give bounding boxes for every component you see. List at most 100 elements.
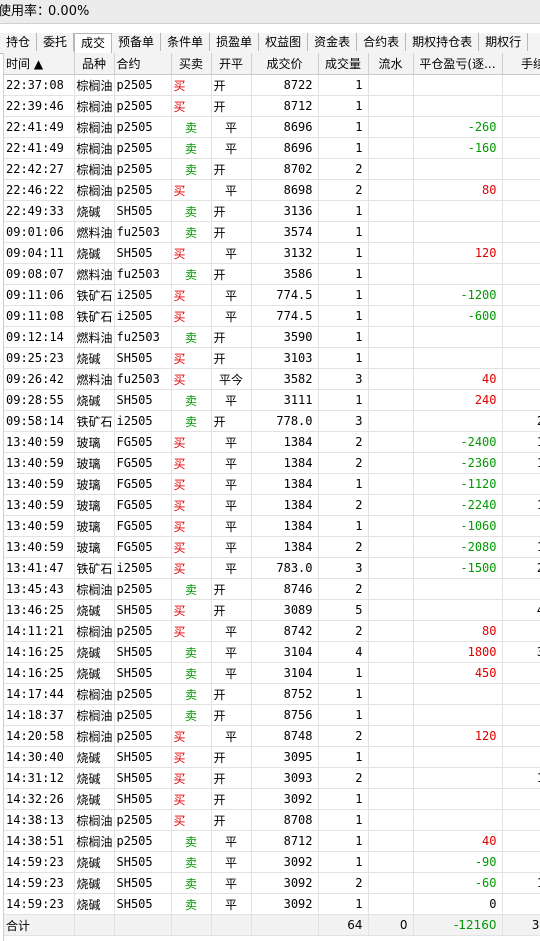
cell-open-close: 平: [211, 515, 252, 537]
table-row[interactable]: 14:59:23烧碱SH505卖平30921 09.: [4, 893, 540, 915]
table-row[interactable]: 13:40:59玻璃FG505买平13842 -240012.: [4, 431, 540, 453]
cell-qty: 1: [318, 221, 369, 243]
table-row[interactable]: 09:11:06铁矿石i2505买平774.51 -12007.: [4, 284, 540, 306]
table-row[interactable]: 09:04:11烧碱SH505买平31321 1209.: [4, 242, 540, 264]
col-header-open-close[interactable]: 开平: [211, 53, 252, 75]
table-row[interactable]: 14:31:12烧碱SH505买开30932 18.: [4, 767, 540, 789]
table-row[interactable]: 09:08:07燃料油fu2503卖开35861 1.: [4, 263, 540, 285]
col-header-flow[interactable]: 流水: [368, 53, 414, 75]
table-row[interactable]: 14:11:21棕榈油p2505买平87422 805.: [4, 620, 540, 642]
tab-10[interactable]: 期权行: [479, 33, 529, 51]
cell-open-close: 开: [211, 410, 252, 432]
cell-pnl: -90: [413, 851, 503, 873]
tab-9[interactable]: 期权持仓表: [406, 33, 480, 51]
cell-side: 卖: [171, 683, 212, 705]
tab-3[interactable]: 预备单: [112, 33, 162, 51]
cell-price: 3586: [251, 263, 319, 285]
cell-qty: 1: [318, 116, 369, 138]
table-row[interactable]: 14:18:37棕榈油p2505卖开87561 2.: [4, 704, 540, 726]
table-row[interactable]: 13:40:59玻璃FG505买平13842 -224012.: [4, 494, 540, 516]
table-row[interactable]: 14:17:44棕榈油p2505卖开87521 2.: [4, 683, 540, 705]
cell-flow: [368, 74, 414, 96]
cell-price: 3111: [251, 389, 319, 411]
table-row[interactable]: 22:41:49棕榈油p2505卖平86961 -2602.: [4, 116, 540, 138]
col-header-time[interactable]: 时间 ▲: [4, 53, 75, 75]
col-header-fee[interactable]: 手续: [502, 53, 540, 75]
cell-flow: [368, 473, 414, 495]
table-row[interactable]: 22:46:22棕榈油p2505买平86982 805.: [4, 179, 540, 201]
table-row[interactable]: 22:41:49棕榈油p2505卖平86961 -1602.: [4, 137, 540, 159]
table-row[interactable]: 14:59:23烧碱SH505卖平30922 -6018.: [4, 872, 540, 894]
table-row[interactable]: 13:41:47铁矿石i2505买平783.03 -150023.: [4, 557, 540, 579]
cell-open-close: 平: [211, 872, 252, 894]
cell-qty: 2: [318, 767, 369, 789]
table-row[interactable]: 09:25:23烧碱SH505买开31031 9.: [4, 347, 540, 369]
tab-5[interactable]: 损盈单: [210, 33, 260, 51]
tab-7[interactable]: 资金表: [308, 33, 358, 51]
col-header-price[interactable]: 成交价: [251, 53, 319, 75]
table-row[interactable]: 09:28:55烧碱SH505卖平31111 2409.: [4, 389, 540, 411]
table-row[interactable]: 13:40:59玻璃FG505买平13842 -236012.: [4, 452, 540, 474]
cell-variety: 烧碱: [74, 641, 115, 663]
cell-contract: i2505: [114, 284, 172, 306]
tab-8[interactable]: 合约表: [357, 33, 407, 51]
cell-contract: p2505: [114, 620, 172, 642]
cell-price: 3092: [251, 788, 319, 810]
table-row[interactable]: 14:38:51棕榈油p2505卖平87121 402.: [4, 830, 540, 852]
cell-qty: 3: [318, 410, 369, 432]
cell-side: 卖: [171, 326, 212, 348]
cell-side: 卖: [171, 200, 212, 222]
col-header-pnl[interactable]: 平仓盈亏(逐...: [413, 53, 503, 75]
cell-price: 3092: [251, 893, 319, 915]
cell-flow: [368, 200, 414, 222]
cell-variety: 棕榈油: [74, 74, 115, 96]
table-row[interactable]: 22:39:46棕榈油p2505买开87121 2.: [4, 95, 540, 117]
table-row[interactable]: 22:42:27棕榈油p2505卖开87022 5.: [4, 158, 540, 180]
tab-6[interactable]: 权益图: [259, 33, 309, 51]
cell-open-close: 开: [211, 221, 252, 243]
col-header-qty[interactable]: 成交量: [318, 53, 369, 75]
cell-variety: 烧碱: [74, 788, 115, 810]
tab-0[interactable]: 持仓: [0, 33, 38, 51]
table-row[interactable]: 14:32:26烧碱SH505买开30921 9.: [4, 788, 540, 810]
cell-flow: [368, 641, 414, 663]
cell-price: 3093: [251, 767, 319, 789]
table-row[interactable]: 13:45:43棕榈油p2505卖开87462 5.: [4, 578, 540, 600]
table-row[interactable]: 09:11:08铁矿石i2505买平774.51 -6007.: [4, 305, 540, 327]
cell-open-close: 平: [211, 179, 252, 201]
table-row[interactable]: 13:46:25烧碱SH505买开30895 46.: [4, 599, 540, 621]
table-row[interactable]: 14:20:58棕榈油p2505买平87482 1205.: [4, 725, 540, 747]
cell-flow: [368, 347, 414, 369]
cell-time: 14:32:26: [4, 788, 75, 810]
cell-pnl: [413, 326, 503, 348]
cell-side: 卖: [171, 830, 212, 852]
table-row[interactable]: 13:40:59玻璃FG505买平13841 -11206.: [4, 473, 540, 495]
cell-variety: 棕榈油: [74, 704, 115, 726]
tab-1[interactable]: 委托: [37, 33, 75, 51]
cell-pnl: [413, 683, 503, 705]
table-row[interactable]: 14:16:25烧碱SH505卖平31041 4509.: [4, 662, 540, 684]
table-row[interactable]: 09:12:14燃料油fu2503卖开35901 1.: [4, 326, 540, 348]
table-row[interactable]: 09:01:06燃料油fu2503卖开35741 1.: [4, 221, 540, 243]
col-header-variety[interactable]: 品种: [74, 53, 115, 75]
tab-2[interactable]: 成交: [74, 33, 113, 53]
cell-pnl: [413, 767, 503, 789]
col-header-contract[interactable]: 合约: [114, 53, 172, 75]
cell-time: 09:08:07: [4, 263, 75, 285]
table-row[interactable]: 09:58:14铁矿石i2505卖开778.03 23.: [4, 410, 540, 432]
table-row[interactable]: 22:49:33烧碱SH505卖开31361 9.: [4, 200, 540, 222]
cell-price: 1384: [251, 494, 319, 516]
table-row[interactable]: 14:38:13棕榈油p2505买开87081 2.: [4, 809, 540, 831]
table-row[interactable]: 14:16:25烧碱SH505卖平31044 180037.: [4, 641, 540, 663]
table-row[interactable]: 22:37:08棕榈油p2505买开87221 2.: [4, 74, 540, 96]
total-fee: 380.: [502, 914, 540, 936]
cell-fee: 9.: [502, 788, 540, 810]
tab-4[interactable]: 条件单: [161, 33, 211, 51]
table-row[interactable]: 13:40:59玻璃FG505买平13842 -208012.: [4, 536, 540, 558]
cell-fee: 12.: [502, 494, 540, 516]
table-row[interactable]: 09:26:42燃料油fu2503买平今35823 400.: [4, 368, 540, 390]
col-header-side[interactable]: 买卖: [171, 53, 212, 75]
table-row[interactable]: 14:59:23烧碱SH505卖平30921 -909.: [4, 851, 540, 873]
table-row[interactable]: 13:40:59玻璃FG505买平13841 -10606.: [4, 515, 540, 537]
table-row[interactable]: 14:30:40烧碱SH505买开30951 9.: [4, 746, 540, 768]
